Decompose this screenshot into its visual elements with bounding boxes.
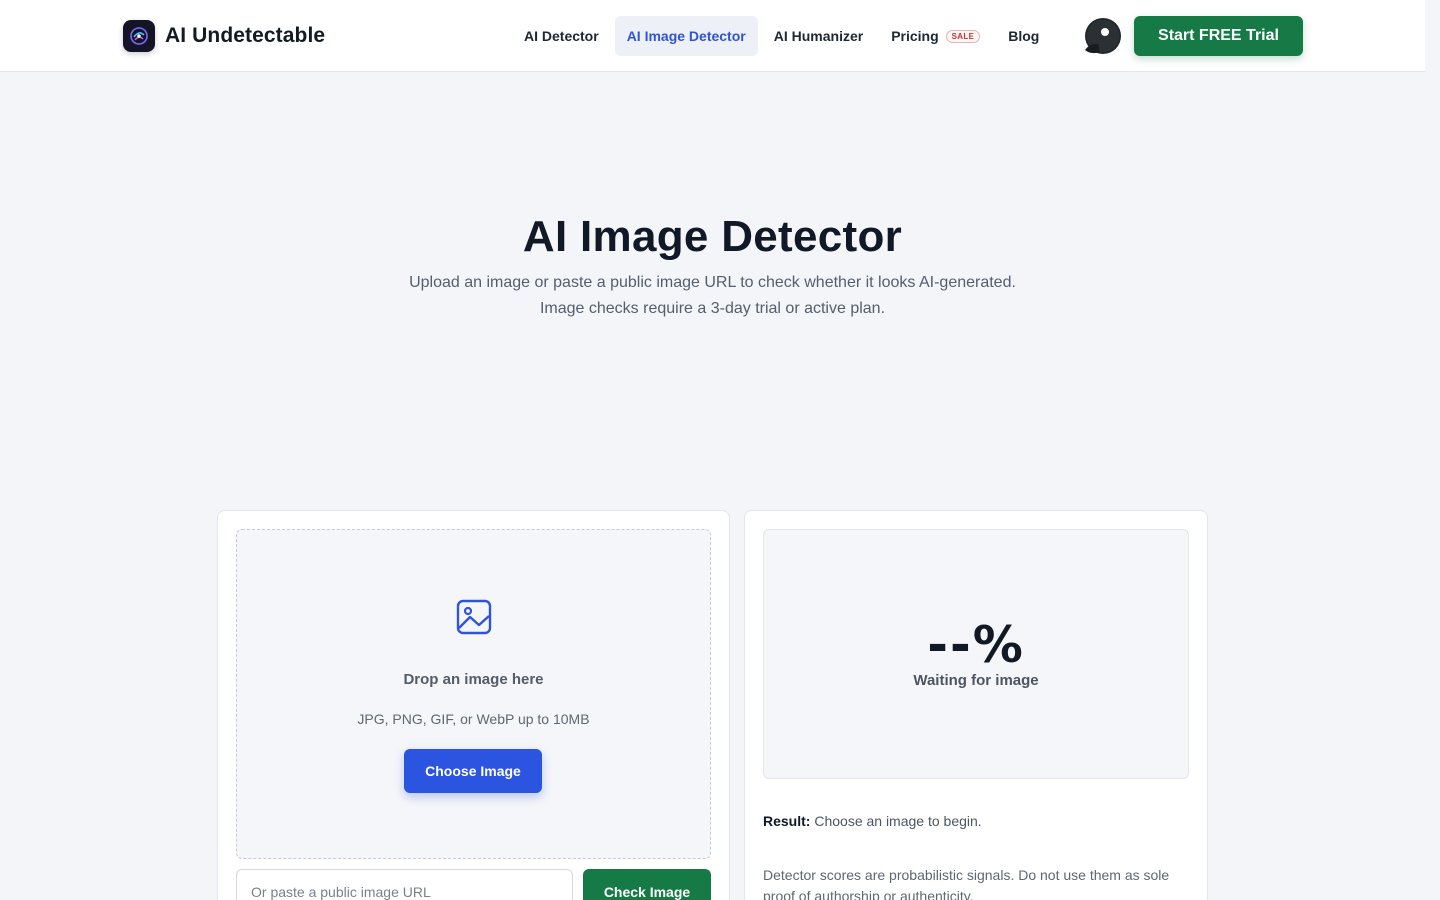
disclaimer-text: Detector scores are probabilistic signal… (763, 867, 1170, 900)
nav-blog[interactable]: Blog (996, 16, 1051, 56)
image-url-input[interactable] (236, 869, 573, 900)
image-dropzone[interactable]: Drop an image here JPG, PNG, GIF, or Web… (236, 529, 711, 859)
nav-pricing-label: Pricing (891, 28, 939, 44)
page-subtitle: Upload an image or paste a public image … (409, 274, 1016, 317)
result-label: Result: (763, 813, 811, 829)
brain-logo-icon (123, 20, 155, 52)
main-nav: AI Detector AI Image Detector AI Humaniz… (512, 16, 1055, 56)
upload-card: Drop an image here JPG, PNG, GIF, or Web… (217, 510, 730, 900)
sale-badge: SALE (945, 29, 981, 43)
drop-hint: JPG, PNG, GIF, or WebP up to 10MB (357, 711, 590, 727)
nav-ai-detector[interactable]: AI Detector (512, 16, 611, 56)
brand-logo[interactable]: AI Undetectable (123, 20, 325, 52)
image-icon (455, 598, 493, 636)
result-text: Choose an image to begin. (814, 813, 982, 829)
result-card: --% Waiting for image Result: Choose an … (744, 510, 1208, 900)
check-image-button[interactable]: Check Image (583, 869, 711, 900)
score-panel: --% Waiting for image (763, 529, 1189, 779)
user-avatar-icon[interactable] (1082, 17, 1122, 57)
score-value: --% (927, 616, 1025, 674)
nav-ai-humanizer[interactable]: AI Humanizer (762, 16, 875, 56)
nav-pricing[interactable]: Pricing SALE (879, 16, 992, 56)
start-trial-button[interactable]: Start FREE Trial (1134, 16, 1303, 56)
nav-ai-image-detector[interactable]: AI Image Detector (614, 16, 758, 56)
brand-name: AI Undetectable (165, 24, 326, 47)
score-status: Waiting for image (913, 672, 1039, 689)
result-line: Result: Choose an image to begin. (763, 813, 982, 829)
choose-image-button[interactable]: Choose Image (404, 749, 542, 793)
site-header: AI Undetectable AI Detector AI Image Det… (0, 0, 1425, 72)
drop-title: Drop an image here (403, 671, 544, 688)
page-title: AI Image Detector (522, 212, 903, 261)
